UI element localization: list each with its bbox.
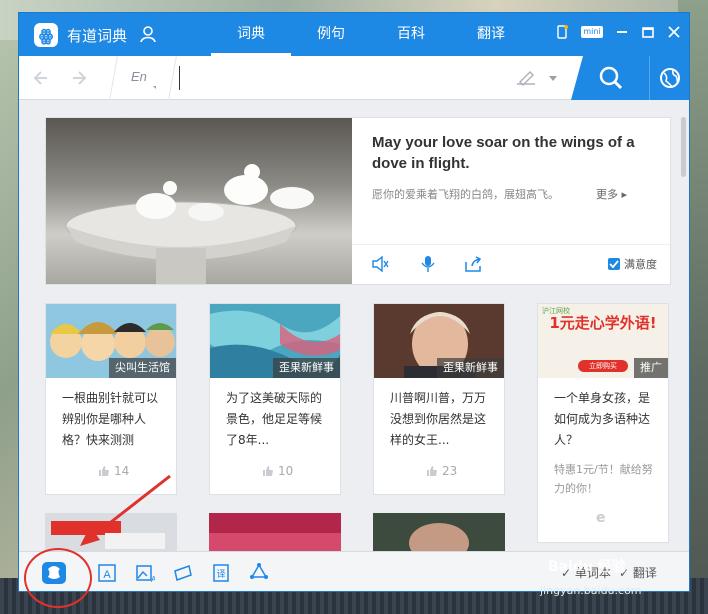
article-card[interactable]: 歪果新鲜事 川普啊川普，万万没想到你居然是这样的女王... 23 — [373, 303, 505, 495]
translate-doc-icon[interactable]: 译 — [211, 563, 231, 583]
daily-chinese-sentence: 愿你的爱乘着飞翔的白鸽，展翅高飞。 — [372, 188, 559, 201]
forward-arrow-icon[interactable] — [71, 69, 89, 87]
handwriting-caret-icon[interactable] — [549, 76, 557, 81]
tab-dictionary[interactable]: 词典 — [211, 13, 291, 56]
window-controls: mini — [555, 25, 681, 39]
card-tag: 尖叫生活馆 — [109, 358, 176, 378]
watermark-text: jingyan.baidu.com — [540, 584, 642, 597]
tab-examples[interactable]: 例句 — [291, 13, 371, 56]
card-tag: 歪果新鲜事 — [437, 358, 504, 378]
close-icon[interactable] — [667, 25, 681, 39]
daily-divider — [352, 244, 670, 245]
web-search-button[interactable] — [649, 56, 689, 100]
share-icon[interactable] — [464, 256, 482, 272]
search-icon — [599, 66, 623, 90]
svg-text:A: A — [103, 569, 111, 581]
handwriting-icon[interactable] — [515, 69, 537, 87]
annotation-arrow-icon — [80, 474, 171, 546]
blue-abstract-image: 歪果新鲜事 — [210, 304, 340, 378]
card-likes[interactable]: 23 — [426, 464, 457, 478]
search-input[interactable] — [179, 66, 499, 90]
card-title: 一根曲别针就可以辨别你是哪种人格？快来测测 — [62, 391, 159, 447]
sync-icon[interactable] — [249, 563, 269, 583]
ad-promo-text: 特惠1元/节！献给努力的你！ — [554, 463, 653, 495]
ad-card[interactable]: 沪江网校 1元走心学外语! 立即购买 推广 一个单身女孩，是如何成为多语种达人？… — [537, 303, 669, 543]
card-likes[interactable]: 10 — [262, 464, 293, 478]
article-card[interactable]: 尖叫生活馆 一根曲别针就可以辨别你是哪种人格？快来测测 14 — [45, 303, 177, 495]
watermark-logo: Baidu 经验 — [548, 559, 626, 575]
more-link[interactable]: 更多 ▸ — [596, 186, 627, 202]
app-title: 有道词典 — [67, 28, 128, 45]
article-card[interactable]: 歪果新鲜事 为了这美破天际的景色，他足足等候了8年... 10 — [209, 303, 341, 495]
card-like-count: 23 — [442, 464, 458, 478]
checkbox-checked-icon[interactable] — [608, 258, 620, 270]
card-tag: 歪果新鲜事 — [273, 358, 340, 378]
satisfaction-toggle[interactable]: 满意度 — [608, 256, 657, 272]
portrait-image: 歪果新鲜事 — [374, 304, 504, 378]
ad-image: 沪江网校 1元走心学外语! 立即购买 推广 — [538, 304, 668, 378]
daily-english-sentence: May your love soar on the wings of a dov… — [372, 134, 635, 172]
main-tabs: 词典 例句 百科 翻译 — [211, 13, 531, 56]
svg-text:译: 译 — [216, 569, 225, 580]
doves-fountain-image — [46, 118, 352, 284]
svg-text:ꙮ: ꙮ — [39, 28, 53, 45]
tab-encyclopedia[interactable]: 百科 — [371, 13, 451, 56]
card-tag: 推广 — [634, 358, 668, 378]
language-caret-icon — [153, 86, 156, 89]
ad-logo-icon: e — [596, 510, 606, 526]
titlebar: ꙮ 有道词典 词典 例句 百科 翻译 mini — [19, 13, 689, 56]
speaker-icon[interactable] — [372, 256, 390, 272]
card-title: 一个单身女孩，是如何成为多语种达人？ — [554, 391, 651, 447]
thumbs-up-icon — [427, 466, 437, 476]
word-card-icon[interactable] — [173, 563, 193, 583]
minimize-icon[interactable] — [615, 25, 629, 39]
ocr-text-icon[interactable]: A — [97, 563, 117, 583]
search-button[interactable] — [571, 56, 649, 100]
back-arrow-icon[interactable] — [31, 69, 49, 87]
card-like-count: 10 — [278, 464, 294, 478]
phone-icon[interactable] — [555, 25, 569, 39]
microphone-icon[interactable] — [419, 256, 437, 272]
article-card-partial[interactable] — [209, 513, 341, 551]
tab-translate[interactable]: 翻译 — [451, 13, 531, 56]
scrollbar[interactable] — [681, 117, 686, 177]
thumbs-up-icon — [263, 466, 273, 476]
anime-characters-image: 尖叫生活馆 — [46, 304, 176, 378]
daily-sentence-card: May your love soar on the wings of a dov… — [45, 117, 671, 285]
card-title: 为了这美破天际的景色，他足足等候了8年... — [226, 391, 323, 447]
ad-buy-button: 立即购买 — [578, 360, 628, 372]
user-icon[interactable] — [139, 25, 157, 43]
globe-icon — [660, 68, 680, 88]
language-label: En — [131, 69, 147, 84]
youdao-logo-icon[interactable]: ꙮ — [33, 22, 59, 48]
satisfaction-label: 满意度 — [624, 258, 657, 271]
svg-text:A: A — [151, 575, 155, 583]
card-title: 川普啊川普，万万没想到你居然是这样的女王... — [390, 391, 487, 447]
mini-mode-button[interactable]: mini — [581, 26, 603, 38]
annotation-circle — [24, 548, 92, 608]
maximize-icon[interactable] — [641, 25, 655, 39]
article-card-partial[interactable] — [373, 513, 505, 551]
search-bar: En — [19, 56, 689, 100]
ad-headline: 1元走心学外语! — [549, 314, 657, 332]
image-translate-icon[interactable]: A — [135, 563, 155, 583]
